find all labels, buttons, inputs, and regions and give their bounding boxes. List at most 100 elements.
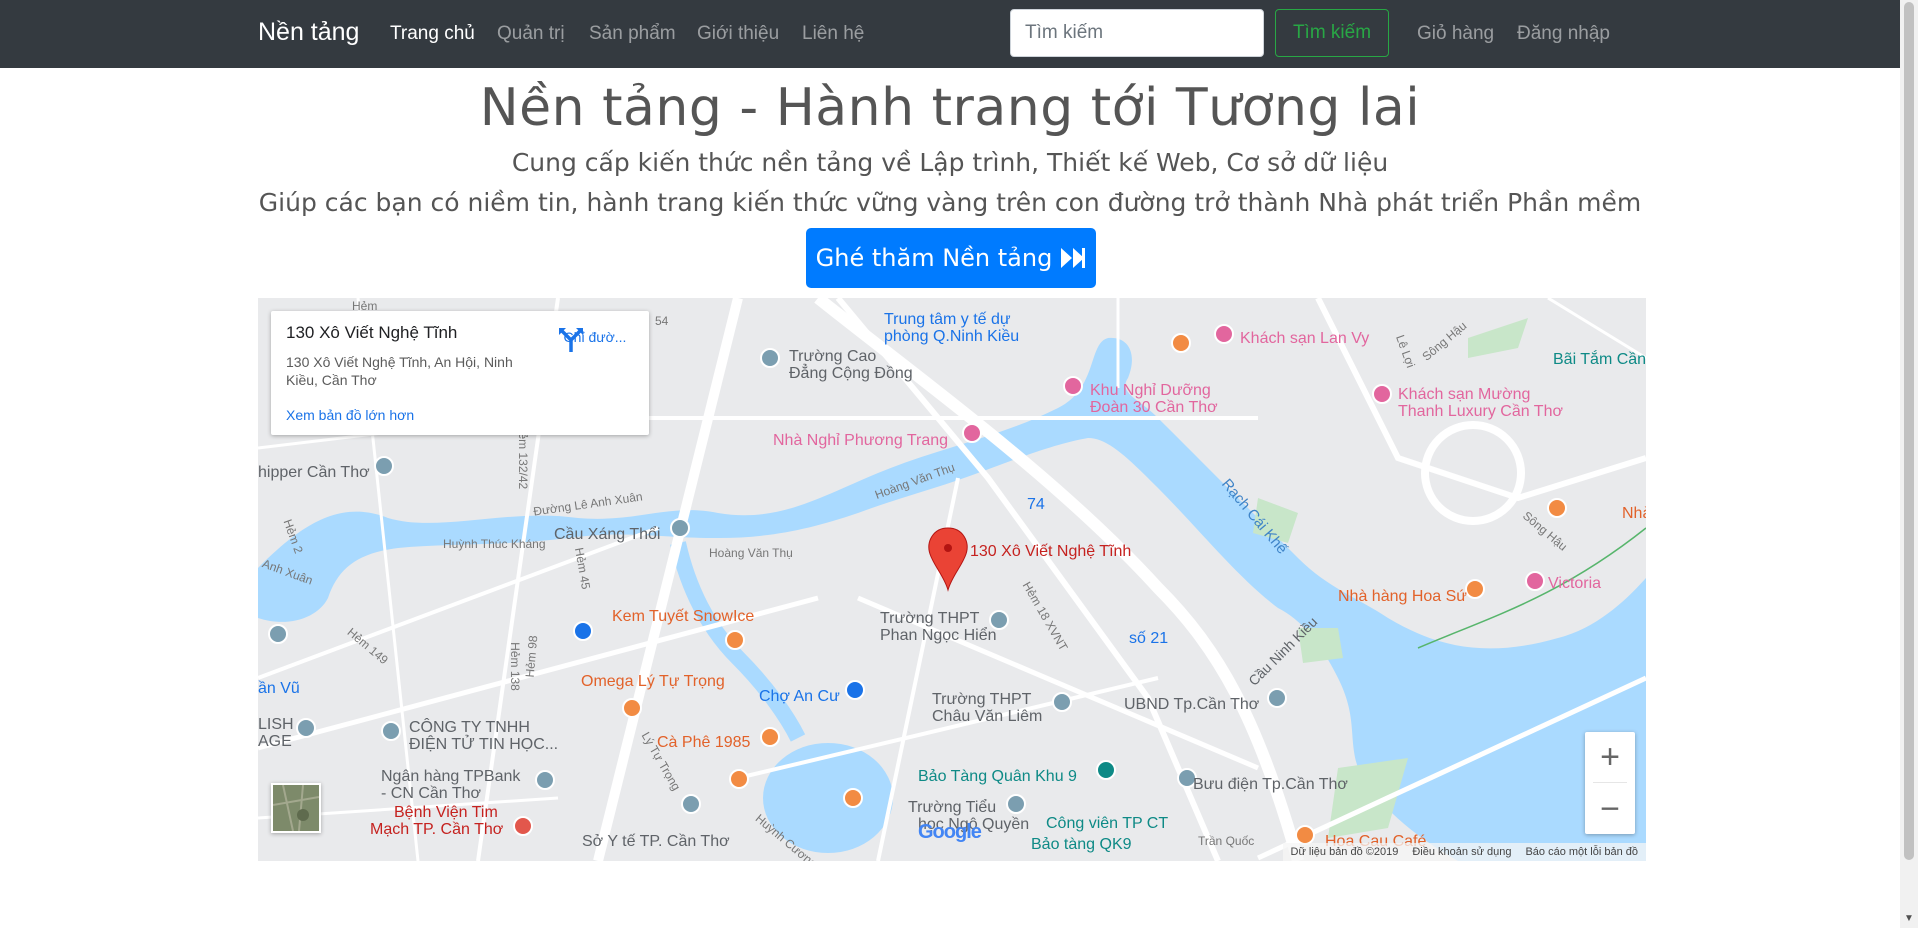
poi-government-icon[interactable] [1267,688,1287,708]
visit-button[interactable]: Ghé thăm Nền tảng [806,228,1096,288]
info-card-title: 130 Xô Viết Nghệ Tĩnh [286,323,458,342]
poi-school-icon[interactable] [760,348,780,368]
label-benh-vien: Bệnh Viện Tim [394,804,498,821]
poi-hotel-icon[interactable] [1525,571,1545,591]
label-an-vu: ần Vũ [258,680,300,697]
satellite-thumbnail-icon [273,785,319,831]
street-huynh-thuc-khang: Huỳnh Thúc Kháng [443,537,546,551]
label-thpt-phan-2: Phan Ngọc Hiển [880,627,997,644]
zoom-divider [1593,782,1627,783]
poi-place-icon[interactable] [374,456,394,476]
label-so-21: số 21 [1129,630,1169,647]
navbar: Nền tảng Trang chủ Quản trị Sản phẩm Giớ… [0,0,1900,68]
search-button[interactable]: Tìm kiếm [1275,9,1389,57]
label-thpt-chau-2: Châu Văn Liêm [932,708,1043,725]
search-input[interactable] [1010,9,1264,57]
label-so-74: 74 [1027,496,1045,513]
page-scrollbar[interactable]: ▼ [1900,0,1918,928]
poi-shop-icon[interactable] [573,621,593,641]
nav-link-contact[interactable]: Liên hệ [802,23,864,45]
poi-hotel-icon[interactable] [1214,324,1234,344]
street-hem-98: Hẻm 98 [522,634,541,679]
street-hem-54: 54 [655,314,669,328]
label-ca-phe: Cà Phê 1985 [657,734,751,751]
report-error-link[interactable]: Báo cáo một lỗi bản đồ [1525,846,1638,858]
poi-museum-icon[interactable] [1096,760,1116,780]
poi-cafe-icon[interactable] [729,769,749,789]
poi-school-icon[interactable] [1006,794,1026,814]
poi-food-icon[interactable] [622,698,642,718]
label-khu-nghi-duong: Khu Nghỉ Dưỡng [1090,382,1211,399]
label-cau-xang-thoi: Cầu Xáng Thổi [554,526,661,543]
street-hoang-van-thu-2: Hoàng Văn Thụ [709,546,793,560]
directions-button[interactable]: Chỉ đườ... [557,325,633,352]
label-so-y-te: Sở Y tế TP. Cần Thơ [582,833,730,850]
google-map[interactable]: Trung tâm y tế dự phòng Q.Ninh Kiều Trườ… [258,298,1646,861]
label-cho-an-cu: Chợ An Cư [759,688,840,705]
nav-link-login[interactable]: Đăng nhập [1517,23,1610,45]
nav-link-products[interactable]: Sản phẩm [589,23,676,45]
fast-forward-icon [1061,248,1086,268]
label-cong-ty: CÔNG TY TNHH [409,719,530,736]
poi-hospital-icon[interactable] [513,816,533,836]
nav-link-cart[interactable]: Giỏ hàng [1417,23,1494,45]
label-truong-tieu-hoc: Trường Tiểu [908,799,997,816]
label-nha: Nhà [1622,505,1646,522]
hero-subtitle-2: Giúp các bạn có niềm tin, hành trang kiế… [258,188,1642,217]
label-kem: Kem Tuyết SnowIce [612,608,755,625]
poi-bank-icon[interactable] [535,770,555,790]
poi-school-icon[interactable] [1052,692,1072,712]
label-khach-san-lan-vy: Khách sạn Lan Vy [1240,330,1370,347]
zoom-in-button[interactable]: + [1585,732,1635,782]
label-truong-cao-dang-2: Đẳng Cộng Đồng [789,365,913,382]
label-cong-ty-2: ĐIỆN TỬ TIN HỌC... [409,736,559,753]
scroll-down-arrow-icon[interactable]: ▼ [1904,914,1914,924]
google-logo-text: Google [918,821,982,843]
label-buu-dien: Bưu điện Tp.Cần Thơ [1193,776,1348,793]
poi-food-icon[interactable] [1465,579,1485,599]
poi-cafe-icon[interactable] [1295,825,1315,845]
poi-cafe-icon[interactable] [760,727,780,747]
poi-food-icon[interactable] [1547,498,1567,518]
zoom-out-button[interactable]: − [1585,784,1635,834]
map-data-credit[interactable]: Dữ liệu bản đồ ©2019 [1291,846,1399,858]
marker-label: 130 Xô Viết Nghệ Tĩnh [970,543,1132,560]
label-trung-tam-y-te-2: phòng Q.Ninh Kiều [884,328,1020,345]
satellite-toggle[interactable] [271,783,321,833]
poi-hotel-icon[interactable] [962,423,982,443]
poi-shop-icon[interactable] [845,680,865,700]
poi-food-icon[interactable] [1171,333,1191,353]
poi-landmark-icon[interactable] [670,518,690,538]
poi-place-icon[interactable] [381,721,401,741]
poi-icecream-icon[interactable] [725,630,745,650]
scrollbar-thumb[interactable] [1904,2,1914,860]
poi-cafe-icon[interactable] [843,788,863,808]
brand-logo[interactable]: Nền tảng [258,18,359,47]
poi-resort-icon[interactable] [1063,376,1083,396]
poi-school-icon[interactable] [296,718,316,738]
label-bao-tang-qk9-2: Bảo tàng QK9 [1031,836,1132,853]
nav-link-home[interactable]: Trang chủ [390,23,475,45]
poi-hotel-icon[interactable] [1372,384,1392,404]
directions-icon [559,328,583,352]
label-victoria: Victoria [1548,575,1602,592]
label-thpt-chau: Trường THPT [932,691,1032,708]
label-ubnd: UBND Tp.Cần Thơ [1124,696,1260,713]
nav-link-about[interactable]: Giới thiệu [697,23,779,45]
label-age: AGE [258,733,292,750]
google-logo: Google [918,821,982,844]
view-larger-map-link[interactable]: Xem bản đồ lớn hơn [286,407,414,423]
label-benh-vien-2: Mạch TP. Cần Thơ [370,821,504,838]
nav-link-admin[interactable]: Quản trị [497,23,565,45]
label-bai-tam: Bãi Tắm Cần [1553,351,1646,368]
label-ngan-hang-2: - CN Cần Thơ [381,785,481,802]
visit-button-label: Ghé thăm Nền tảng [815,244,1053,272]
map-attribution: Dữ liệu bản đồ ©2019 Điều khoản sử dụng … [1282,843,1646,861]
label-bao-tang-qk9: Bảo Tàng Quân Khu 9 [918,768,1077,785]
poi-school-icon[interactable] [268,624,288,644]
label-khu-nghi-duong-2: Đoàn 30 Cần Thơ [1090,399,1218,416]
terms-of-use-link[interactable]: Điều khoản sử dụng [1412,846,1511,858]
label-ngan-hang: Ngân hàng TPBank [381,768,521,785]
poi-government-icon[interactable] [681,794,701,814]
street-tran-quoc: Trần Quốc [1198,834,1255,848]
